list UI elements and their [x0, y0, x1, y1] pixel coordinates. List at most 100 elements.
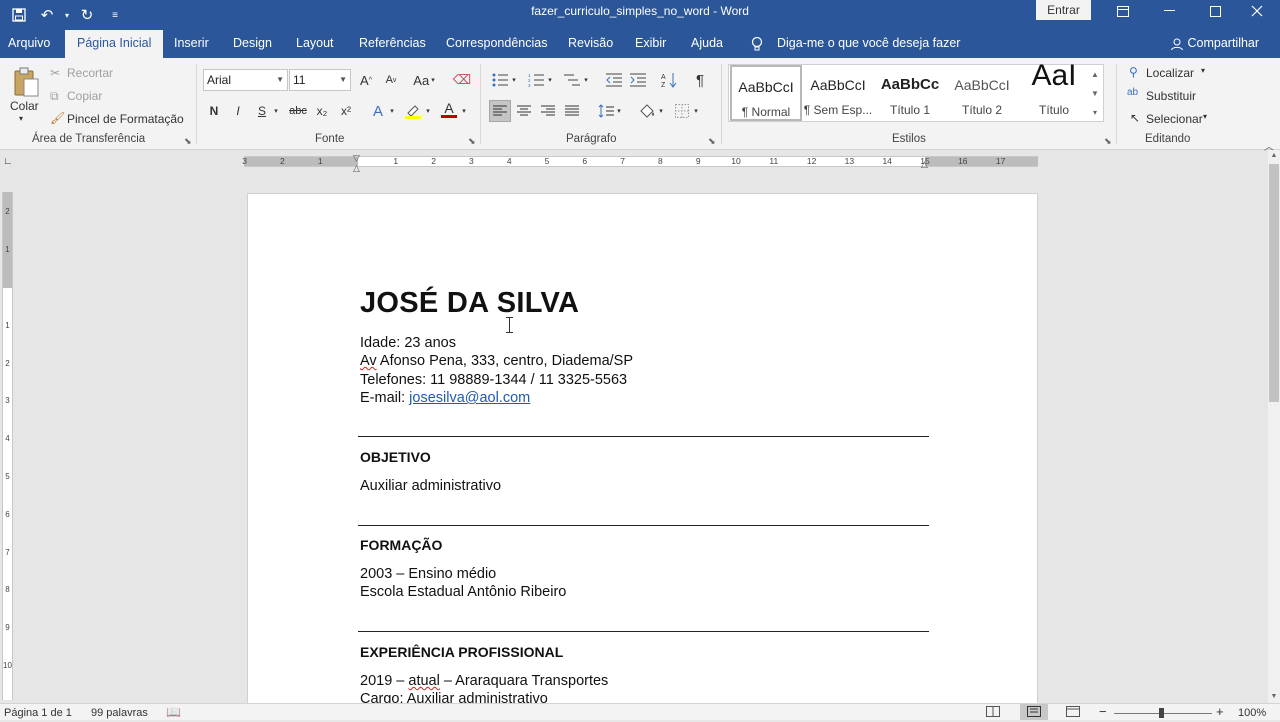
paragraph-launcher-icon[interactable]: ⬊	[708, 136, 716, 147]
zoom-slider-thumb[interactable]	[1159, 708, 1164, 718]
highlight-dropdown-icon[interactable]: ▾	[422, 100, 434, 122]
borders-dropdown-icon[interactable]: ▾	[690, 100, 702, 122]
shrink-font-icon[interactable]: Av	[380, 69, 402, 91]
zoom-in-button[interactable]: +	[1216, 704, 1224, 719]
section-heading-experiencia[interactable]: EXPERIÊNCIA PROFISSIONAL	[360, 644, 563, 660]
decrease-indent-icon[interactable]	[603, 69, 625, 91]
font-launcher-icon[interactable]: ⬊	[468, 136, 476, 147]
share-button[interactable]: Compartilhar	[1170, 30, 1259, 58]
resume-name[interactable]: JOSÉ DA SILVA	[360, 287, 579, 320]
align-center-icon[interactable]	[513, 100, 535, 122]
clipboard-launcher-icon[interactable]: ⬊	[184, 136, 192, 147]
shading-dropdown-icon[interactable]: ▾	[655, 100, 667, 122]
tab-referencias[interactable]: Referências	[359, 30, 426, 58]
paste-icon[interactable]	[10, 64, 42, 100]
bold-button[interactable]: N	[203, 100, 225, 122]
align-left-icon[interactable]	[489, 100, 511, 122]
tab-exibir[interactable]: Exibir	[635, 30, 666, 58]
underline-dropdown-icon[interactable]: ▾	[270, 100, 282, 122]
right-indent-icon[interactable]: △	[921, 159, 928, 170]
section-heading-formacao[interactable]: FORMAÇÃO	[360, 537, 442, 553]
tab-design[interactable]: Design	[233, 30, 272, 58]
tab-layout[interactable]: Layout	[296, 30, 334, 58]
copy-button[interactable]: Copiar	[67, 89, 102, 103]
sign-in-button[interactable]: Entrar	[1036, 0, 1091, 20]
web-layout-icon[interactable]	[1066, 706, 1080, 720]
font-name-combo[interactable]: Arial ▼	[203, 69, 288, 91]
tab-pagina-inicial[interactable]: Página Inicial	[65, 30, 164, 58]
paste-label[interactable]: Colar	[10, 99, 39, 113]
line-spacing-dropdown-icon[interactable]: ▾	[613, 100, 625, 122]
change-case-icon[interactable]: Aa ▾	[410, 69, 438, 91]
scroll-down-icon[interactable]: ▼	[1268, 691, 1280, 703]
tab-ajuda[interactable]: Ajuda	[691, 30, 723, 58]
tab-inserir[interactable]: Inserir	[174, 30, 209, 58]
subscript-button[interactable]: x₂	[311, 100, 333, 122]
resume-address[interactable]: Av Afonso Pena, 333, centro, Diadema/SP	[360, 353, 633, 369]
strikethrough-button[interactable]: abc	[287, 100, 309, 122]
styles-more-icon[interactable]: ▾	[1088, 103, 1102, 122]
justify-icon[interactable]	[561, 100, 583, 122]
document-page[interactable]: JOSÉ DA SILVA Idade: 23 anos Av Afonso P…	[247, 193, 1038, 713]
proofing-icon[interactable]: 📖	[166, 705, 181, 719]
sort-icon[interactable]: AZ	[658, 69, 680, 91]
italic-button[interactable]: I	[227, 100, 249, 122]
tab-selector-icon[interactable]: ∟	[3, 156, 13, 167]
page-count[interactable]: Página 1 de 1	[4, 707, 72, 719]
font-color-button[interactable]: A	[438, 98, 460, 120]
vertical-ruler[interactable]: 2 1 1 2 3 4 5 6 7 8 9 10	[2, 192, 13, 700]
tell-me-search[interactable]: Diga-me o que você deseja fazer	[777, 30, 960, 58]
zoom-level[interactable]: 100%	[1238, 707, 1266, 719]
format-painter-button[interactable]: Pincel de Formatação	[67, 112, 184, 126]
tab-correspondencias[interactable]: Correspondências	[446, 30, 547, 58]
grow-font-icon[interactable]: A ^	[355, 69, 377, 91]
font-color-dropdown-icon[interactable]: ▾	[458, 100, 470, 122]
objective-text[interactable]: Auxiliar administrativo	[360, 478, 501, 494]
increase-indent-icon[interactable]	[627, 69, 649, 91]
show-formatting-marks-icon[interactable]: ¶	[689, 69, 711, 91]
education-line[interactable]: 2003 – Ensino médio	[360, 566, 496, 582]
style-normal[interactable]: AaBbCcI ¶ Normal	[730, 65, 802, 121]
word-count[interactable]: 99 palavras	[91, 707, 148, 719]
read-mode-icon[interactable]	[986, 706, 1000, 720]
section-heading-objetivo[interactable]: OBJETIVO	[360, 449, 431, 465]
styles-scroll-up-icon[interactable]: ▲	[1088, 65, 1102, 84]
tab-arquivo[interactable]: Arquivo	[8, 30, 50, 58]
vertical-scrollbar[interactable]: ▲ ▼	[1268, 150, 1280, 703]
superscript-button[interactable]: x²	[335, 100, 357, 122]
numbering-dropdown-icon[interactable]: ▾	[544, 69, 556, 91]
cut-button[interactable]: Recortar	[67, 66, 113, 80]
replace-button[interactable]: Substituir	[1146, 89, 1196, 103]
ribbon-display-options-icon[interactable]	[1100, 0, 1146, 22]
styles-scroll-down-icon[interactable]: ▼	[1088, 84, 1102, 103]
find-button[interactable]: Localizar	[1146, 66, 1194, 80]
scroll-up-icon[interactable]: ▲	[1268, 150, 1280, 162]
email-link[interactable]: josesilva@aol.com	[409, 390, 530, 406]
maximize-icon[interactable]	[1192, 0, 1238, 22]
paste-dropdown-icon[interactable]: ▾	[19, 114, 23, 123]
resume-email[interactable]: E-mail: josesilva@aol.com	[360, 390, 530, 406]
select-dropdown-icon[interactable]: ▾	[1203, 112, 1207, 121]
style-titulo-2[interactable]: AaBbCcI Título 2	[946, 65, 1018, 121]
select-button[interactable]: Selecionar	[1146, 112, 1203, 126]
find-dropdown-icon[interactable]: ▾	[1201, 66, 1205, 75]
education-school[interactable]: Escola Estadual Antônio Ribeiro	[360, 584, 566, 600]
resume-age[interactable]: Idade: 23 anos	[360, 335, 456, 351]
zoom-out-button[interactable]: −	[1099, 704, 1107, 719]
style-titulo-1[interactable]: AaBbCc Título 1	[874, 65, 946, 121]
font-size-combo[interactable]: 11 ▼	[289, 69, 351, 91]
styles-launcher-icon[interactable]: ⬊	[1104, 136, 1112, 147]
text-effects-dropdown-icon[interactable]: ▾	[386, 100, 398, 122]
highlight-icon[interactable]	[402, 100, 424, 122]
experience-line[interactable]: 2019 – atual – Araraquara Transportes	[360, 673, 608, 689]
hanging-indent-icon[interactable]: △	[353, 163, 360, 174]
scrollbar-thumb[interactable]	[1269, 164, 1279, 402]
style-sem-espacamento[interactable]: AaBbCcI ¶ Sem Esp...	[802, 65, 874, 121]
align-right-icon[interactable]	[537, 100, 559, 122]
clear-formatting-icon[interactable]: ⌫	[451, 69, 473, 91]
bullets-dropdown-icon[interactable]: ▾	[508, 69, 520, 91]
minimize-icon[interactable]	[1146, 0, 1192, 22]
style-titulo[interactable]: AaI Título	[1018, 59, 1090, 121]
resume-phones[interactable]: Telefones: 11 98889-1344 / 11 3325-5563	[360, 372, 627, 388]
close-icon[interactable]	[1234, 0, 1280, 22]
